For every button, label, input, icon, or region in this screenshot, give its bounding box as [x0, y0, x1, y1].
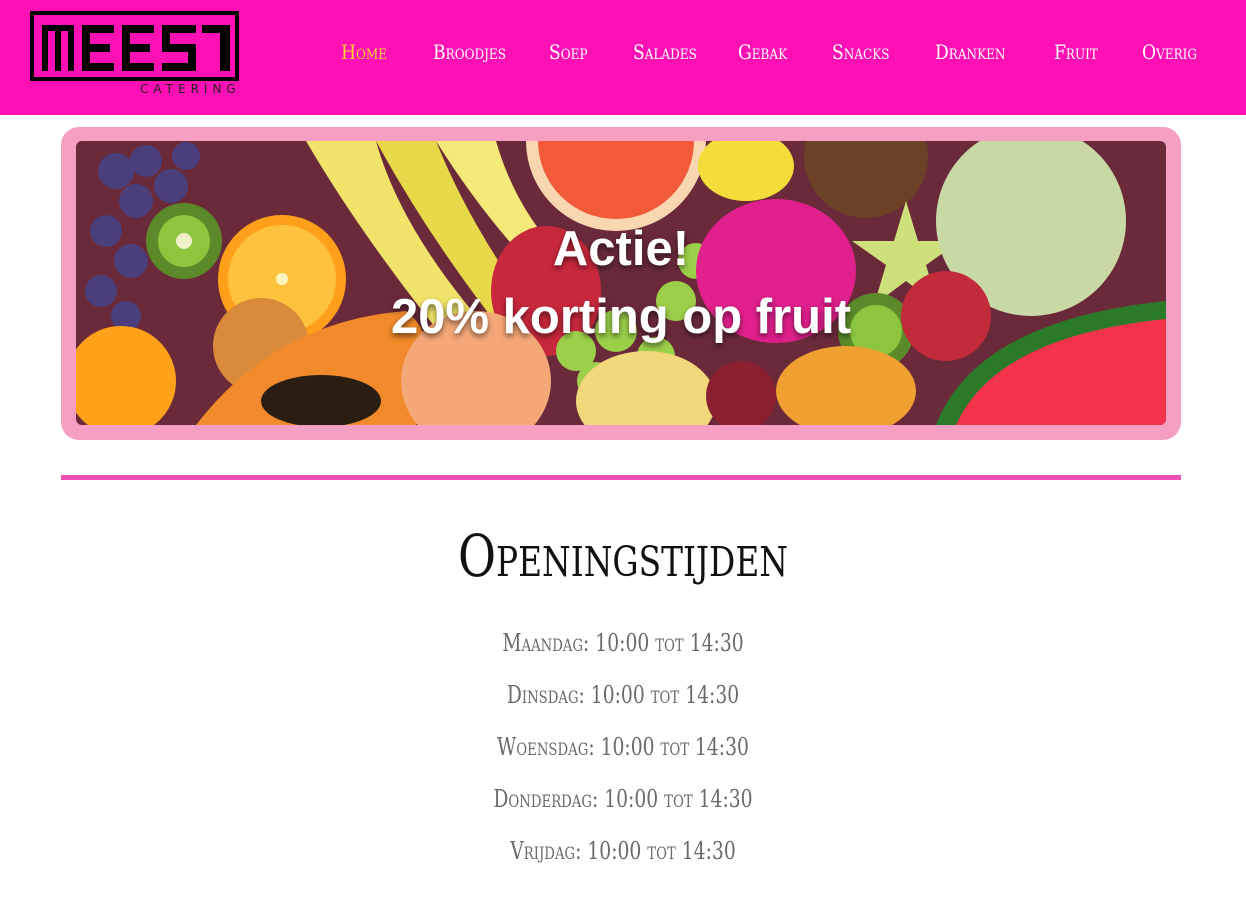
- site-header: CATERING Home Broodjes Soep Salades Geba…: [0, 0, 1246, 115]
- hours-row-friday: Vrijdag: 10:00 tot 14:30: [510, 837, 736, 865]
- hours-row-tuesday: Dinsdag: 10:00 tot 14:30: [506, 681, 740, 709]
- section-divider: [61, 475, 1181, 480]
- nav-snacks[interactable]: Snacks: [832, 38, 889, 66]
- hours-row-monday: Maandag: 10:00 tot 14:30: [502, 629, 744, 657]
- nav-salades[interactable]: Salades: [633, 38, 697, 66]
- nav-gebak[interactable]: Gebak: [738, 38, 787, 66]
- nav-fruit[interactable]: Fruit: [1054, 38, 1098, 66]
- nav-broodjes[interactable]: Broodjes: [433, 38, 506, 66]
- promo-subtitle: 20% korting op fruit: [390, 290, 852, 344]
- hours-row-wednesday: Woensdag: 10:00 tot 14:30: [497, 733, 749, 761]
- opening-hours-title: Openingstijden: [457, 522, 788, 590]
- promo-title: Actie!: [552, 222, 690, 276]
- fruit-photo: [76, 141, 1166, 425]
- main-nav: Home Broodjes Soep Salades Gebak Snacks …: [0, 0, 1246, 105]
- nav-soep[interactable]: Soep: [549, 38, 588, 66]
- nav-overig[interactable]: Overig: [1142, 38, 1197, 66]
- nav-dranken[interactable]: Dranken: [935, 38, 1005, 66]
- nav-home[interactable]: Home: [341, 38, 387, 66]
- hours-row-thursday: Donderdag: 10:00 tot 14:30: [493, 785, 753, 813]
